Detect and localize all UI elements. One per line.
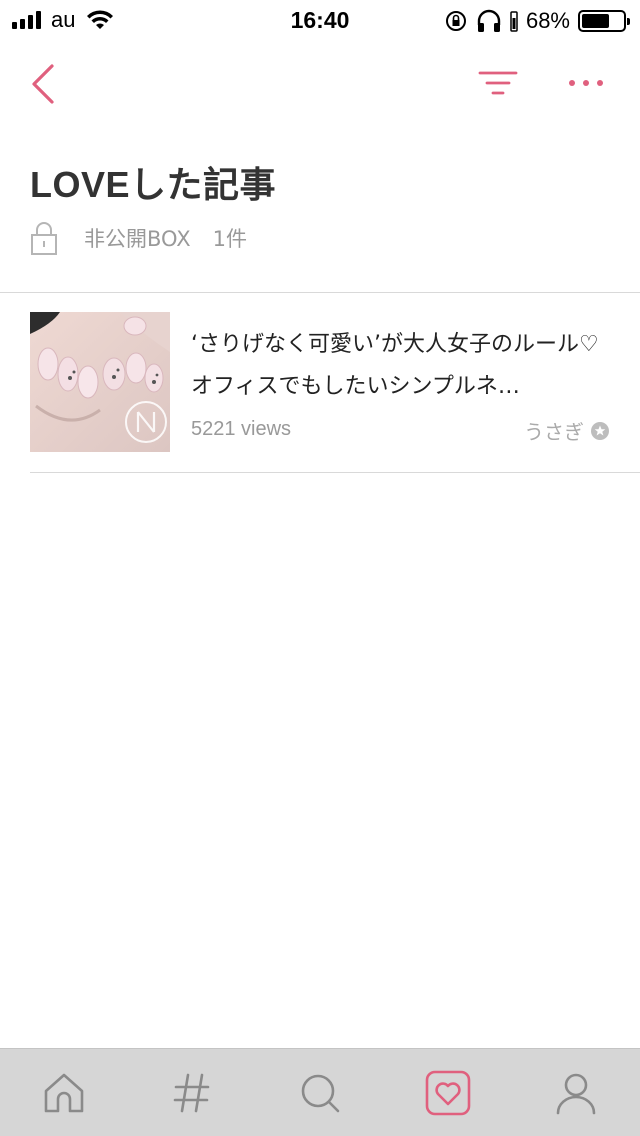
home-icon [44,1073,84,1113]
battery-percent: 68% [525,8,570,33]
private-box-row[interactable]: 非公開BOX 1件 [30,218,247,258]
more-dots-icon [569,80,603,86]
tab-bar [0,1048,640,1136]
private-box-label: 非公開BOX [84,227,191,251]
headphones-icon [477,9,501,32]
battery-fill [582,14,610,28]
page-title: LOVEした記事 [30,164,277,205]
filter-button[interactable] [476,66,520,102]
tab-love[interactable] [424,1069,472,1117]
battery-icon [578,10,630,32]
tab-hashtag[interactable] [168,1069,216,1117]
more-button[interactable] [564,66,608,102]
profile-icon [556,1073,596,1115]
article-list-item[interactable]: ‘さりげなく可愛い’が大人女子のルール♡オフィスでもしたいシンプルネ… 5221… [30,312,620,454]
private-box-count: 1件 [212,227,247,251]
tab-profile[interactable] [552,1069,600,1117]
chevron-left-icon [32,64,54,104]
orientation-lock-icon [445,11,466,31]
nav-bar [0,52,640,116]
back-button[interactable] [26,62,66,106]
love-heart-icon [425,1070,471,1116]
search-icon [301,1074,340,1113]
headphone-battery-icon [510,11,518,32]
article-author[interactable]: うさぎ [524,416,610,445]
author-name: うさぎ [524,420,584,444]
status-right: 68% [444,8,630,34]
tab-search[interactable] [296,1069,344,1117]
article-title: ‘さりげなく可愛い’が大人女子のルール♡オフィスでもしたいシンプルネ… [191,332,599,399]
divider [30,472,640,473]
status-bar: au 16:40 68% [0,0,640,40]
divider [0,292,640,293]
article-thumbnail [30,312,170,452]
tab-home[interactable] [40,1069,88,1117]
lock-icon [31,222,57,255]
article-views: 5221 views [191,418,292,440]
filter-icon [478,71,518,95]
author-star-badge-icon [591,421,609,440]
hashtag-icon [173,1073,210,1113]
